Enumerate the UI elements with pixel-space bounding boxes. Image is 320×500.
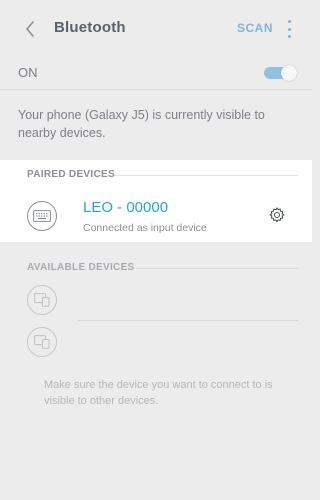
app-bar: Bluetooth SCAN [0, 0, 312, 58]
device-status: Connected as input device [83, 222, 207, 234]
device-settings-button[interactable] [268, 206, 286, 224]
more-vertical-icon [287, 20, 291, 23]
devices-icon [34, 293, 50, 307]
bluetooth-toggle[interactable] [262, 65, 297, 81]
bluetooth-toggle-row[interactable]: ON [0, 58, 312, 88]
section-divider [136, 268, 298, 269]
toggle-label: ON [18, 65, 38, 80]
divider [78, 320, 298, 321]
paired-devices-section: PAIRED DEVICES LEO - 00000 Connected as … [0, 160, 312, 242]
keyboard-icon [33, 210, 51, 222]
paired-devices-label: PAIRED DEVICES [27, 169, 115, 180]
chevron-left-icon [26, 21, 34, 37]
available-device-icon [27, 285, 57, 315]
divider [0, 89, 312, 90]
page-title: Bluetooth [54, 19, 126, 36]
available-device-icon [27, 327, 57, 357]
more-options-button[interactable] [285, 20, 293, 38]
visibility-message: Your phone (Galaxy J5) is currently visi… [18, 108, 265, 140]
back-button[interactable] [18, 14, 42, 44]
available-devices-label: AVAILABLE DEVICES [27, 262, 135, 273]
section-divider [114, 175, 298, 176]
scan-button[interactable]: SCAN [237, 21, 273, 35]
gear-icon [269, 207, 285, 223]
devices-icon [34, 335, 50, 349]
device-name: LEO - 00000 [83, 199, 169, 216]
device-icon-circle [27, 201, 57, 231]
visibility-hint: Make sure the device you want to connect… [44, 379, 273, 407]
